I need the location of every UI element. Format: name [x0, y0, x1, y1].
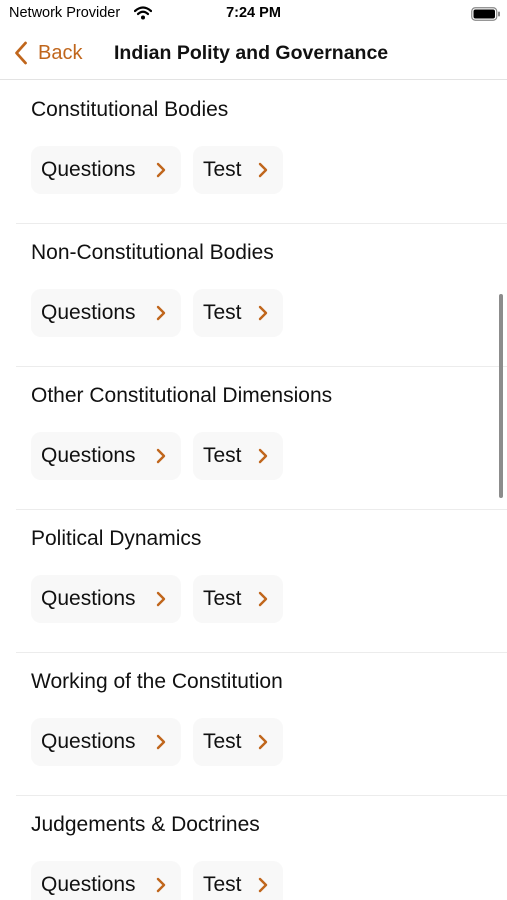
- questions-label: Questions: [41, 587, 136, 610]
- topic-title: Other Constitutional Dimensions: [31, 384, 333, 407]
- chevron-right-icon: [156, 734, 166, 750]
- test-label: Test: [203, 158, 242, 181]
- test-label: Test: [203, 873, 242, 896]
- test-button[interactable]: Test: [193, 575, 283, 623]
- questions-label: Questions: [41, 444, 136, 467]
- topic-section: Judgements & Doctrines Questions Test: [16, 795, 507, 900]
- chevron-right-icon: [258, 877, 268, 893]
- status-bar: Network Provider 7:24 PM: [0, 0, 507, 28]
- chevron-right-icon: [258, 734, 268, 750]
- page-title: Indian Polity and Governance: [114, 42, 389, 64]
- questions-label: Questions: [41, 158, 136, 181]
- chevron-right-icon: [156, 591, 166, 607]
- test-button[interactable]: Test: [193, 432, 283, 480]
- topic-section: Working of the Constitution Questions Te…: [16, 652, 507, 796]
- test-label: Test: [203, 730, 242, 753]
- chevron-right-icon: [156, 448, 166, 464]
- topic-title: Non-Constitutional Bodies: [31, 241, 274, 264]
- questions-button[interactable]: Questions: [31, 289, 181, 337]
- questions-button[interactable]: Questions: [31, 432, 181, 480]
- topic-title: Political Dynamics: [31, 527, 202, 550]
- test-label: Test: [203, 444, 242, 467]
- questions-label: Questions: [41, 873, 136, 896]
- test-button[interactable]: Test: [193, 861, 283, 900]
- test-button[interactable]: Test: [193, 146, 283, 194]
- topic-title: Constitutional Bodies: [31, 98, 229, 121]
- questions-button[interactable]: Questions: [31, 146, 181, 194]
- scrollbar[interactable]: [499, 294, 503, 498]
- topic-list[interactable]: Constitutional Bodies Questions Test Non…: [0, 80, 507, 900]
- chevron-right-icon: [258, 448, 268, 464]
- topic-section: Non-Constitutional Bodies Questions Test: [16, 223, 507, 367]
- back-button[interactable]: Back: [14, 38, 82, 68]
- chevron-left-icon: [15, 41, 27, 65]
- chevron-right-icon: [156, 305, 166, 321]
- chevron-right-icon: [258, 305, 268, 321]
- test-label: Test: [203, 587, 242, 610]
- topic-section: Political Dynamics Questions Test: [16, 509, 507, 653]
- battery-icon: [471, 7, 501, 26]
- back-label: Back: [38, 41, 83, 64]
- chevron-right-icon: [258, 591, 268, 607]
- chevron-right-icon: [156, 877, 166, 893]
- topic-title: Judgements & Doctrines: [31, 813, 260, 836]
- status-time: 7:24 PM: [226, 5, 281, 21]
- test-button[interactable]: Test: [193, 289, 283, 337]
- chevron-right-icon: [156, 162, 166, 178]
- questions-button[interactable]: Questions: [31, 861, 181, 900]
- topic-section: Other Constitutional Dimensions Question…: [16, 366, 507, 510]
- topic-section: Constitutional Bodies Questions Test: [16, 80, 507, 224]
- topic-title: Working of the Constitution: [31, 670, 283, 693]
- questions-label: Questions: [41, 730, 136, 753]
- questions-button[interactable]: Questions: [31, 718, 181, 766]
- test-label: Test: [203, 301, 242, 324]
- questions-button[interactable]: Questions: [31, 575, 181, 623]
- chevron-right-icon: [258, 162, 268, 178]
- test-button[interactable]: Test: [193, 718, 283, 766]
- navigation-bar: Back Indian Polity and Governance: [0, 28, 507, 80]
- questions-label: Questions: [41, 301, 136, 324]
